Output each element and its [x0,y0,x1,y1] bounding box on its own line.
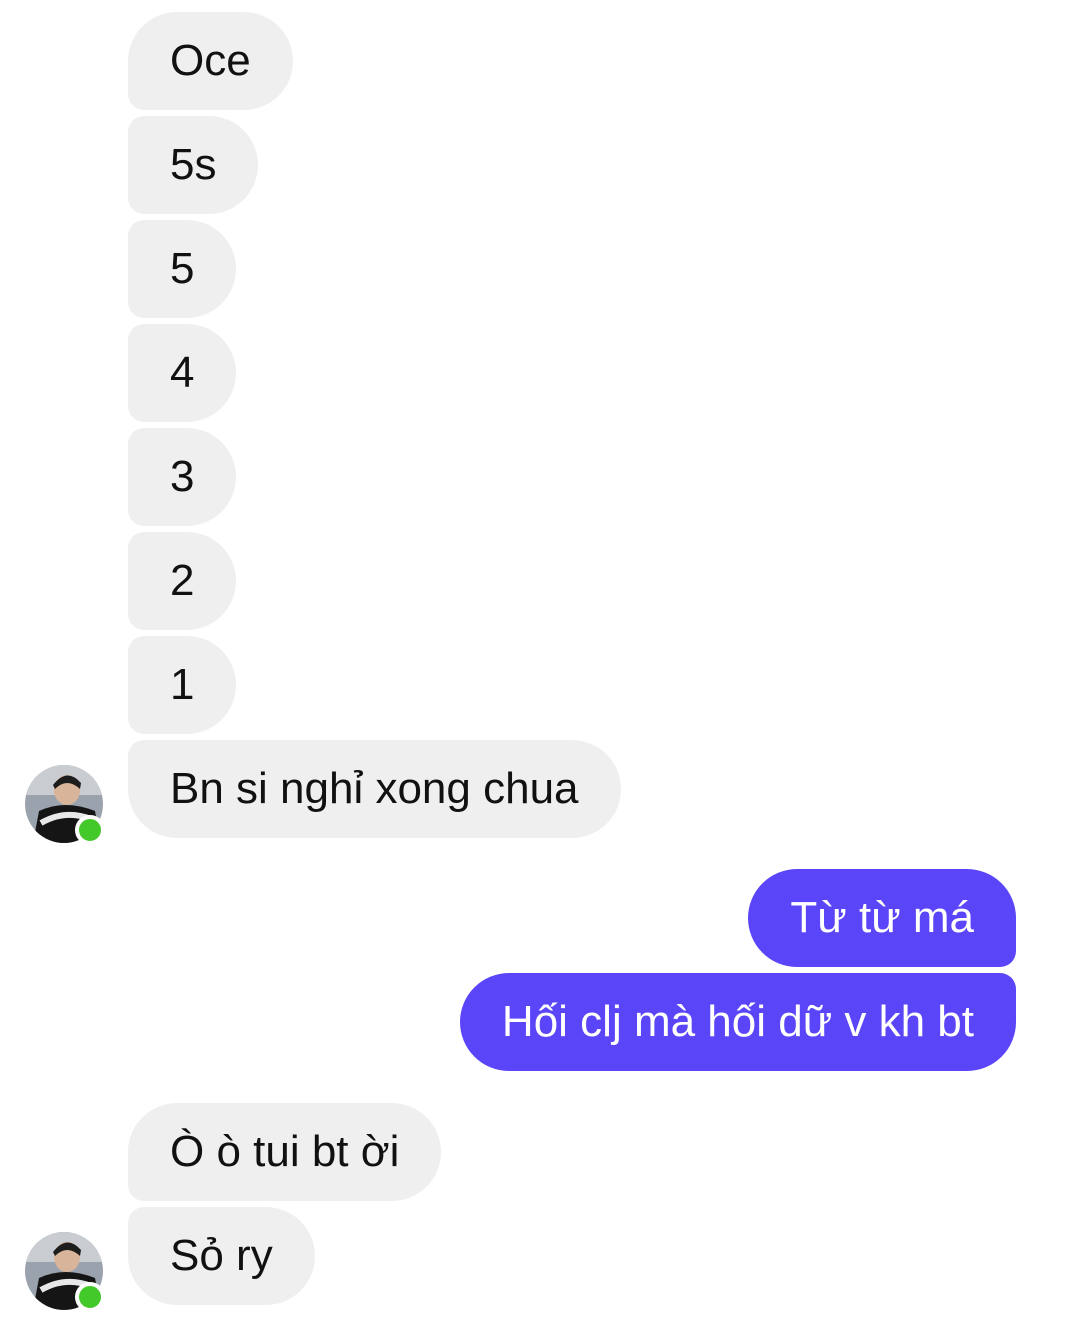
message-bubble-incoming[interactable]: 5s [128,116,259,214]
message-bubble-incoming[interactable]: Ò ò tui bt ời [128,1103,442,1201]
message-bubble-incoming[interactable]: 1 [128,636,237,734]
online-status-icon [75,1282,105,1312]
contact-avatar[interactable] [25,765,105,845]
message-bubble-incoming[interactable]: Sỏ ry [128,1207,315,1305]
message-bubble-outgoing[interactable]: Hối clj mà hối dữ v kh bt [459,973,1016,1071]
message-bubble-incoming[interactable]: 5 [128,220,237,318]
message-bubble-incoming[interactable]: 2 [128,532,237,630]
message-bubble-incoming[interactable]: Bn si nghỉ xong chua [128,740,621,838]
online-status-icon [75,815,105,845]
contact-avatar[interactable] [25,1232,105,1312]
message-bubble-incoming[interactable]: Oce [128,12,293,110]
chat-thread: Oce 5s 5 4 3 2 1 Bn si nghỉ xong chua Từ… [0,0,1080,1317]
message-bubble-incoming[interactable]: 3 [128,428,237,526]
message-bubble-outgoing[interactable]: Từ từ má [748,869,1016,967]
message-bubble-incoming[interactable]: 4 [128,324,237,422]
